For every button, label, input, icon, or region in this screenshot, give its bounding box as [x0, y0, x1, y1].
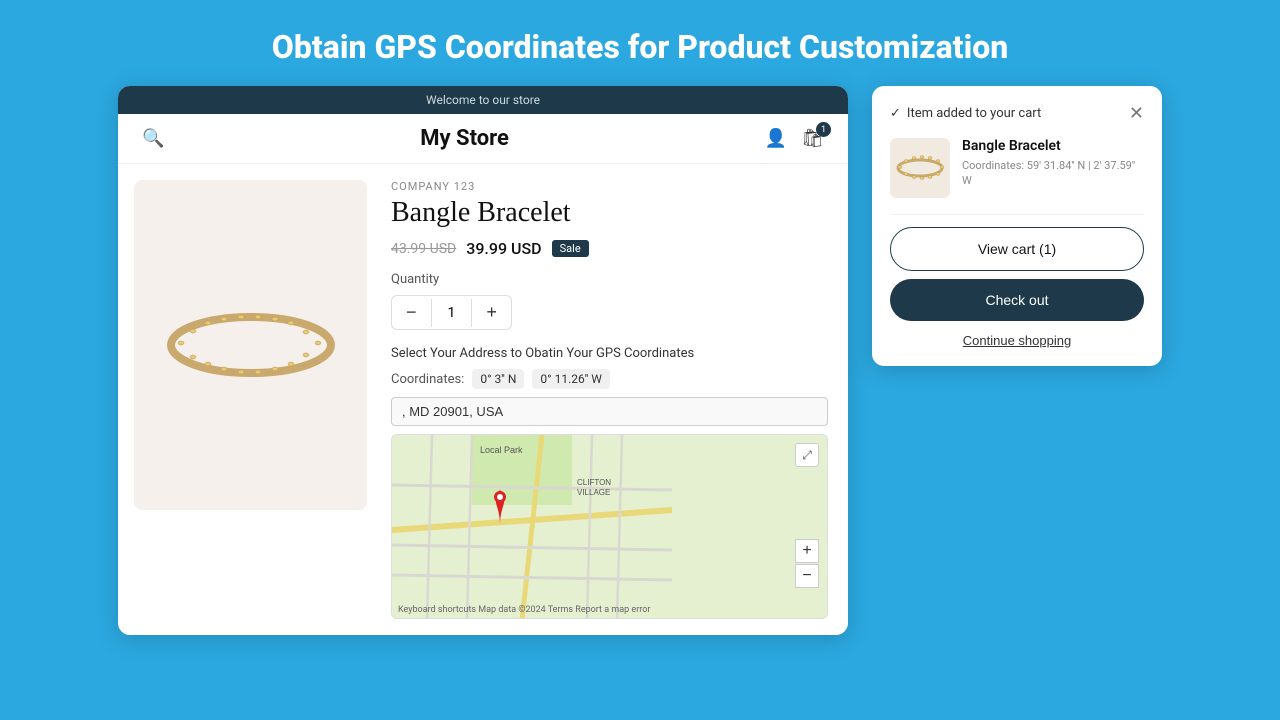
product-title: Bangle Bracelet	[391, 197, 828, 229]
sale-badge: Sale	[552, 240, 589, 257]
store-window: Welcome to our store 🔍 My Store 👤 🛍 1	[118, 86, 848, 635]
map-background: Local Park CLIFTON VILLAGE ⤢	[392, 435, 827, 618]
map-footer: Keyboard shortcuts Map data ©2024 Terms …	[398, 605, 650, 615]
price-original: 43.99 USD	[391, 241, 456, 257]
quantity-label: Quantity	[391, 272, 828, 287]
user-icon[interactable]: 👤	[765, 128, 787, 149]
product-image-area	[118, 164, 383, 635]
cart-popup-header: ✓ Item added to your cart ✕	[890, 104, 1144, 122]
expand-icon: ⤢	[802, 448, 812, 463]
bracelet-visual	[151, 245, 351, 445]
store-name: My Store	[420, 126, 509, 151]
close-popup-button[interactable]: ✕	[1129, 104, 1144, 122]
map-expand-button[interactable]: ⤢	[795, 443, 819, 467]
search-icon[interactable]: 🔍	[142, 128, 164, 149]
coordinates-row: Coordinates: 0° 3'' N 0° 11.26'' W	[391, 369, 828, 389]
price-row: 43.99 USD 39.99 USD Sale	[391, 239, 828, 258]
continue-shopping-button[interactable]: Continue shopping	[890, 333, 1144, 348]
page-title: Obtain GPS Coordinates for Product Custo…	[232, 0, 1049, 86]
map-zoom-controls: + −	[795, 539, 819, 588]
check-icon: ✓	[890, 106, 901, 121]
quantity-increase-button[interactable]: +	[472, 296, 511, 329]
cart-icon[interactable]: 🛍 1	[801, 128, 824, 149]
cart-item: Bangle Bracelet Coordinates: 59' 31.84''…	[890, 138, 1144, 198]
cart-popup: ✓ Item added to your cart ✕	[872, 86, 1162, 366]
map-container[interactable]: Local Park CLIFTON VILLAGE ⤢	[391, 434, 828, 619]
checkout-button[interactable]: Check out	[890, 279, 1144, 321]
address-section-label: Select Your Address to Obatin Your GPS C…	[391, 346, 828, 361]
quantity-control: − 1 +	[391, 295, 512, 330]
svg-text:CLIFTON: CLIFTON	[577, 478, 611, 487]
cart-item-name: Bangle Bracelet	[962, 138, 1144, 154]
svg-text:VILLAGE: VILLAGE	[577, 488, 610, 497]
cart-divider	[890, 214, 1144, 215]
cart-item-coords: Coordinates: 59' 31.84'' N | 2' 37.59'' …	[962, 158, 1144, 189]
topbar-text: Welcome to our store	[426, 93, 540, 107]
product-image	[134, 180, 367, 510]
price-sale: 39.99 USD	[466, 239, 541, 258]
coord-lat: 0° 3'' N	[472, 369, 524, 389]
store-content: COMPANY 123 Bangle Bracelet 43.99 USD 39…	[118, 164, 848, 635]
address-input[interactable]	[391, 397, 828, 426]
coord-lng: 0° 11.26'' W	[532, 369, 610, 389]
svg-text:Local Park: Local Park	[480, 445, 523, 455]
quantity-decrease-button[interactable]: −	[392, 296, 431, 329]
product-details: COMPANY 123 Bangle Bracelet 43.99 USD 39…	[383, 164, 848, 635]
quantity-value: 1	[431, 299, 473, 327]
store-header: 🔍 My Store 👤 🛍 1	[118, 114, 848, 164]
map-zoom-in-button[interactable]: +	[795, 539, 819, 563]
cart-item-image	[890, 138, 950, 198]
map-zoom-out-button[interactable]: −	[795, 564, 819, 588]
store-topbar: Welcome to our store	[118, 86, 848, 114]
header-icons: 👤 🛍 1	[765, 128, 824, 149]
cart-badge: 1	[816, 122, 831, 137]
added-to-cart-message: ✓ Item added to your cart	[890, 106, 1041, 121]
view-cart-button[interactable]: View cart (1)	[890, 227, 1144, 271]
coordinates-label: Coordinates:	[391, 372, 464, 387]
company-name: COMPANY 123	[391, 180, 828, 193]
added-text: Item added to your cart	[907, 106, 1041, 121]
cart-item-info: Bangle Bracelet Coordinates: 59' 31.84''…	[962, 138, 1144, 189]
